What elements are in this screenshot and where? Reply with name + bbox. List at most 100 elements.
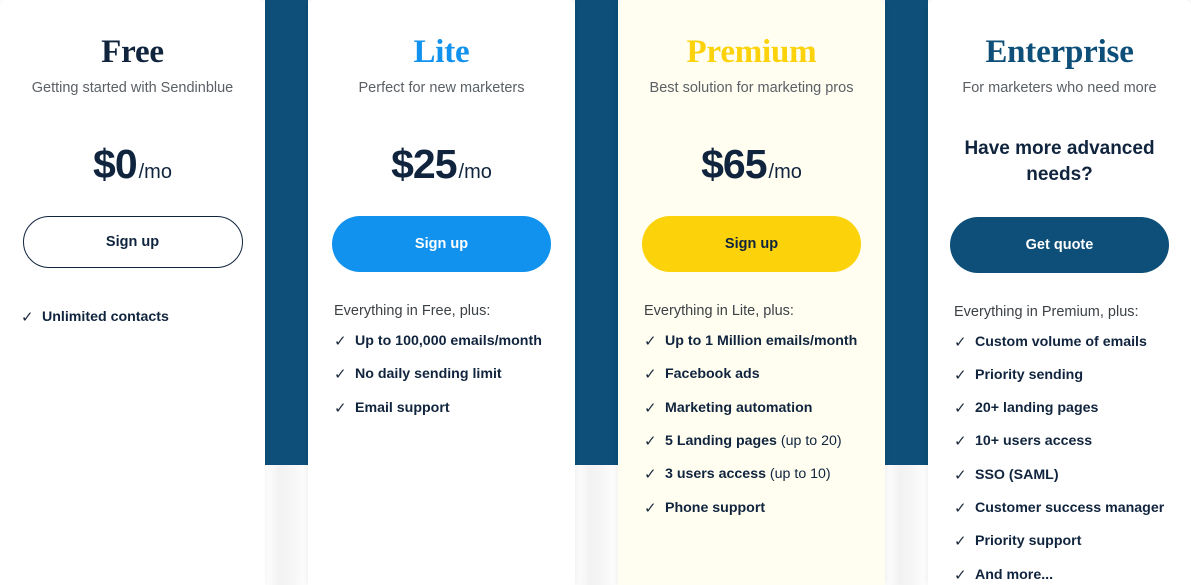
features-premium: Everything in Lite, plus: ✓ Up to 1 Mill… <box>618 303 885 521</box>
check-icon: ✓ <box>644 466 657 484</box>
features-enterprise: Everything in Premium, plus: ✓ Custom vo… <box>928 304 1191 585</box>
signup-button-lite[interactable]: Sign up <box>332 216 551 273</box>
feature-list-premium: ✓ Up to 1 Million emails/month ✓ Faceboo… <box>644 330 861 521</box>
feature-label: Marketing automation <box>665 399 813 416</box>
column-divider-1-lower <box>265 465 308 585</box>
plan-name-premium: Premium <box>686 34 817 70</box>
feature-label: Email support <box>355 399 450 416</box>
get-quote-button[interactable]: Get quote <box>950 216 1169 273</box>
check-icon: ✓ <box>334 366 347 384</box>
check-icon: ✓ <box>644 333 657 351</box>
cta-wrap-lite: Sign up <box>308 216 575 273</box>
check-icon: ✓ <box>954 333 967 351</box>
features-lite: Everything in Free, plus: ✓ Up to 100,00… <box>308 303 575 421</box>
price-amount-premium: $65 <box>701 141 767 188</box>
feature-list-lite: ✓ Up to 100,000 emails/month ✓ No daily … <box>334 330 551 421</box>
feature-label: 20+ landing pages <box>975 400 1099 417</box>
feature-label: And more... <box>975 566 1054 583</box>
check-icon: ✓ <box>954 433 967 451</box>
price-period-free: /mo <box>138 161 172 184</box>
enterprise-headline: Have more advanced needs? <box>964 138 1155 186</box>
feature-label: 10+ users access <box>975 433 1093 450</box>
list-item: ✓ And more... <box>954 564 1167 585</box>
feature-list-enterprise: ✓ Custom volume of emails ✓ Priority sen… <box>954 331 1167 585</box>
plan-price-lite: $25/mo <box>308 141 575 188</box>
feature-label: SSO (SAML) <box>975 466 1059 483</box>
column-divider-2 <box>575 0 618 465</box>
list-item: ✓ Priority support <box>954 530 1167 554</box>
feature-label: 5 Landing pages (up to 20) <box>665 433 842 450</box>
feature-label: Priority sending <box>975 366 1083 383</box>
check-icon: ✓ <box>954 500 967 518</box>
price-period-premium: /mo <box>768 161 802 184</box>
list-item: ✓ 20+ landing pages <box>954 397 1167 421</box>
price-period-lite: /mo <box>458 161 492 184</box>
feature-label: Custom volume of emails <box>975 333 1147 350</box>
plan-name-lite: Lite <box>413 34 470 70</box>
check-icon: ✓ <box>21 309 34 327</box>
signup-button-free[interactable]: Sign up <box>22 216 243 269</box>
price-amount-lite: $25 <box>391 141 457 188</box>
list-item: ✓ Up to 1 Million emails/month <box>644 330 861 354</box>
column-divider-1 <box>265 0 308 465</box>
cta-wrap-free: Sign up <box>0 216 265 269</box>
plan-tagline-lite: Perfect for new marketers <box>358 80 525 97</box>
list-item: ✓ 3 users access (up to 10) <box>644 463 861 487</box>
list-item: ✓ Facebook ads <box>644 363 861 387</box>
check-icon: ✓ <box>644 366 657 384</box>
feature-label: Phone support <box>665 499 766 516</box>
list-item: ✓ No daily sending limit <box>334 363 551 387</box>
feature-label: 3 users access (up to 10) <box>665 466 831 483</box>
column-divider-3-lower <box>885 465 928 585</box>
list-item: ✓ Priority sending <box>954 364 1167 388</box>
signup-button-premium[interactable]: Sign up <box>642 216 861 273</box>
check-icon: ✓ <box>954 466 967 484</box>
features-intro-premium: Everything in Lite, plus: <box>644 303 794 320</box>
cta-wrap-enterprise: Get quote <box>928 216 1191 273</box>
feature-label: Facebook ads <box>665 366 760 383</box>
plan-card-free: Free Getting started with Sendinblue $0/… <box>0 0 265 585</box>
feature-label: Up to 1 Million emails/month <box>665 333 858 350</box>
list-item: ✓ Marketing automation <box>644 397 861 421</box>
list-item: ✓ 10+ users access <box>954 430 1167 454</box>
list-item: ✓ Unlimited contacts <box>21 306 241 330</box>
features-intro-lite: Everything in Free, plus: <box>334 303 491 320</box>
check-icon: ✓ <box>644 399 657 417</box>
plan-price-free: $0/mo <box>0 141 265 188</box>
plan-price-premium: $65/mo <box>618 141 885 188</box>
check-icon: ✓ <box>334 399 347 417</box>
list-item: ✓ Customer success manager <box>954 497 1167 521</box>
plan-name-free: Free <box>101 34 164 70</box>
plan-card-enterprise: Enterprise For marketers who need more H… <box>928 0 1191 585</box>
feature-label: Up to 100,000 emails/month <box>355 333 542 350</box>
list-item: ✓ Email support <box>334 397 551 421</box>
check-icon: ✓ <box>954 566 967 584</box>
plan-tagline-premium: Best solution for marketing pros <box>649 80 854 97</box>
check-icon: ✓ <box>334 333 347 351</box>
feature-label: Customer success manager <box>975 500 1165 517</box>
check-icon: ✓ <box>644 433 657 451</box>
plan-name-enterprise: Enterprise <box>985 34 1134 70</box>
feature-label: Priority support <box>975 533 1082 550</box>
features-intro-enterprise: Everything in Premium, plus: <box>954 303 1139 320</box>
list-item: ✓ Custom volume of emails <box>954 331 1167 355</box>
feature-label: No daily sending limit <box>355 366 502 383</box>
feature-label: Unlimited contacts <box>42 309 169 326</box>
features-free: ✓ Unlimited contacts <box>0 306 265 330</box>
price-amount-free: $0 <box>93 141 138 188</box>
column-divider-2-lower <box>575 465 618 585</box>
plan-tagline-enterprise: For marketers who need more <box>962 80 1157 97</box>
feature-list-free: ✓ Unlimited contacts <box>21 306 241 330</box>
list-item: ✓ SSO (SAML) <box>954 464 1167 488</box>
cta-wrap-premium: Sign up <box>618 216 885 273</box>
check-icon: ✓ <box>954 400 967 418</box>
check-icon: ✓ <box>954 366 967 384</box>
plan-card-premium: Premium Best solution for marketing pros… <box>618 0 885 585</box>
check-icon: ✓ <box>954 533 967 551</box>
pricing-table: Free Getting started with Sendinblue $0/… <box>0 0 1191 585</box>
list-item: ✓ Up to 100,000 emails/month <box>334 330 551 354</box>
list-item: ✓ Phone support <box>644 497 861 521</box>
plan-tagline-free: Getting started with Sendinblue <box>31 80 234 97</box>
list-item: ✓ 5 Landing pages (up to 20) <box>644 430 861 454</box>
check-icon: ✓ <box>644 499 657 517</box>
